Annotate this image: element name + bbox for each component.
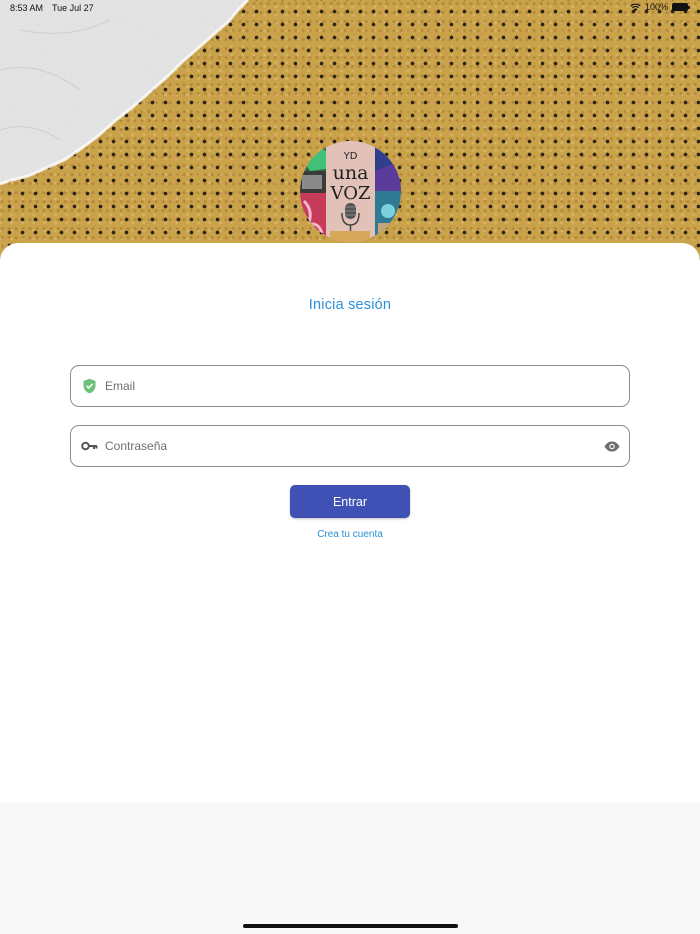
password-field[interactable] bbox=[70, 425, 630, 467]
login-button[interactable]: Entrar bbox=[290, 485, 410, 518]
app-logo: YD una VOZ bbox=[300, 141, 401, 242]
create-account-link[interactable]: Crea tu cuenta bbox=[0, 529, 700, 540]
status-bar: 8:53 AM Tue Jul 27 100% bbox=[0, 0, 700, 18]
battery-icon bbox=[672, 3, 690, 11]
status-date: Tue Jul 27 bbox=[52, 3, 94, 13]
verified-shield-icon bbox=[73, 378, 105, 394]
status-indicators: 100% bbox=[630, 2, 690, 12]
svg-text:YD: YD bbox=[343, 151, 358, 162]
login-card: Inicia sesión Entrar Crea tu cuenta bbox=[0, 243, 700, 803]
svg-text:VOZ: VOZ bbox=[330, 183, 371, 204]
battery-percent: 100% bbox=[644, 2, 668, 12]
home-indicator bbox=[243, 924, 458, 928]
password-input[interactable] bbox=[105, 426, 595, 466]
svg-text:una: una bbox=[333, 162, 369, 184]
wifi-icon bbox=[630, 3, 641, 11]
eye-icon[interactable] bbox=[595, 441, 629, 452]
email-input[interactable] bbox=[105, 366, 629, 406]
key-icon bbox=[73, 441, 105, 451]
page-title: Inicia sesión bbox=[308, 297, 392, 313]
email-field[interactable] bbox=[70, 365, 630, 407]
status-time: 8:53 AM bbox=[10, 3, 44, 13]
